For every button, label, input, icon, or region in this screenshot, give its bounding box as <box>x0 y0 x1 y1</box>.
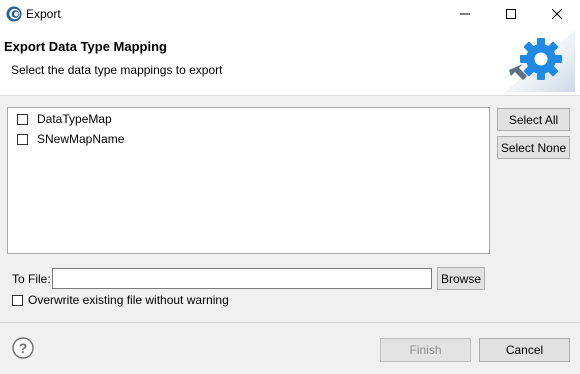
svg-text:?: ? <box>19 340 28 356</box>
mapping-checkbox[interactable] <box>17 113 28 125</box>
select-none-button[interactable]: Select None <box>497 136 570 159</box>
maximize-icon <box>506 9 516 19</box>
window-title: Export <box>26 7 61 21</box>
mapping-label: DataTypeMap <box>37 112 112 126</box>
close-button[interactable] <box>534 0 580 28</box>
page-description: Select the data type mappings to export <box>11 63 223 77</box>
help-icon[interactable]: ? <box>12 337 34 359</box>
window-titlebar: Export <box>0 0 580 28</box>
app-icon <box>6 6 22 22</box>
to-file-label: To File: <box>12 272 51 286</box>
select-all-button[interactable]: Select All <box>497 108 570 131</box>
mapping-checkbox[interactable] <box>17 133 28 145</box>
mapping-list[interactable]: DataTypeMap SNewMapName <box>7 107 490 254</box>
wizard-header: Export Data Type Mapping Select the data… <box>0 28 580 96</box>
close-icon <box>552 9 562 19</box>
to-file-input[interactable] <box>52 268 432 289</box>
overwrite-checkbox[interactable] <box>12 294 23 306</box>
maximize-button[interactable] <box>488 0 534 28</box>
page-title: Export Data Type Mapping <box>4 39 167 54</box>
mapping-label: SNewMapName <box>37 132 125 146</box>
minimize-icon <box>460 13 470 15</box>
browse-button[interactable]: Browse <box>437 267 485 290</box>
overwrite-option[interactable]: Overwrite existing file without warning <box>12 292 229 308</box>
cancel-button[interactable]: Cancel <box>479 338 570 362</box>
gear-export-icon <box>505 30 575 92</box>
minimize-button[interactable] <box>442 0 488 28</box>
finish-button[interactable]: Finish <box>380 338 471 362</box>
list-item[interactable]: DataTypeMap <box>17 111 112 127</box>
overwrite-label: Overwrite existing file without warning <box>28 293 229 307</box>
footer-divider <box>0 322 580 323</box>
list-item[interactable]: SNewMapName <box>17 131 124 147</box>
